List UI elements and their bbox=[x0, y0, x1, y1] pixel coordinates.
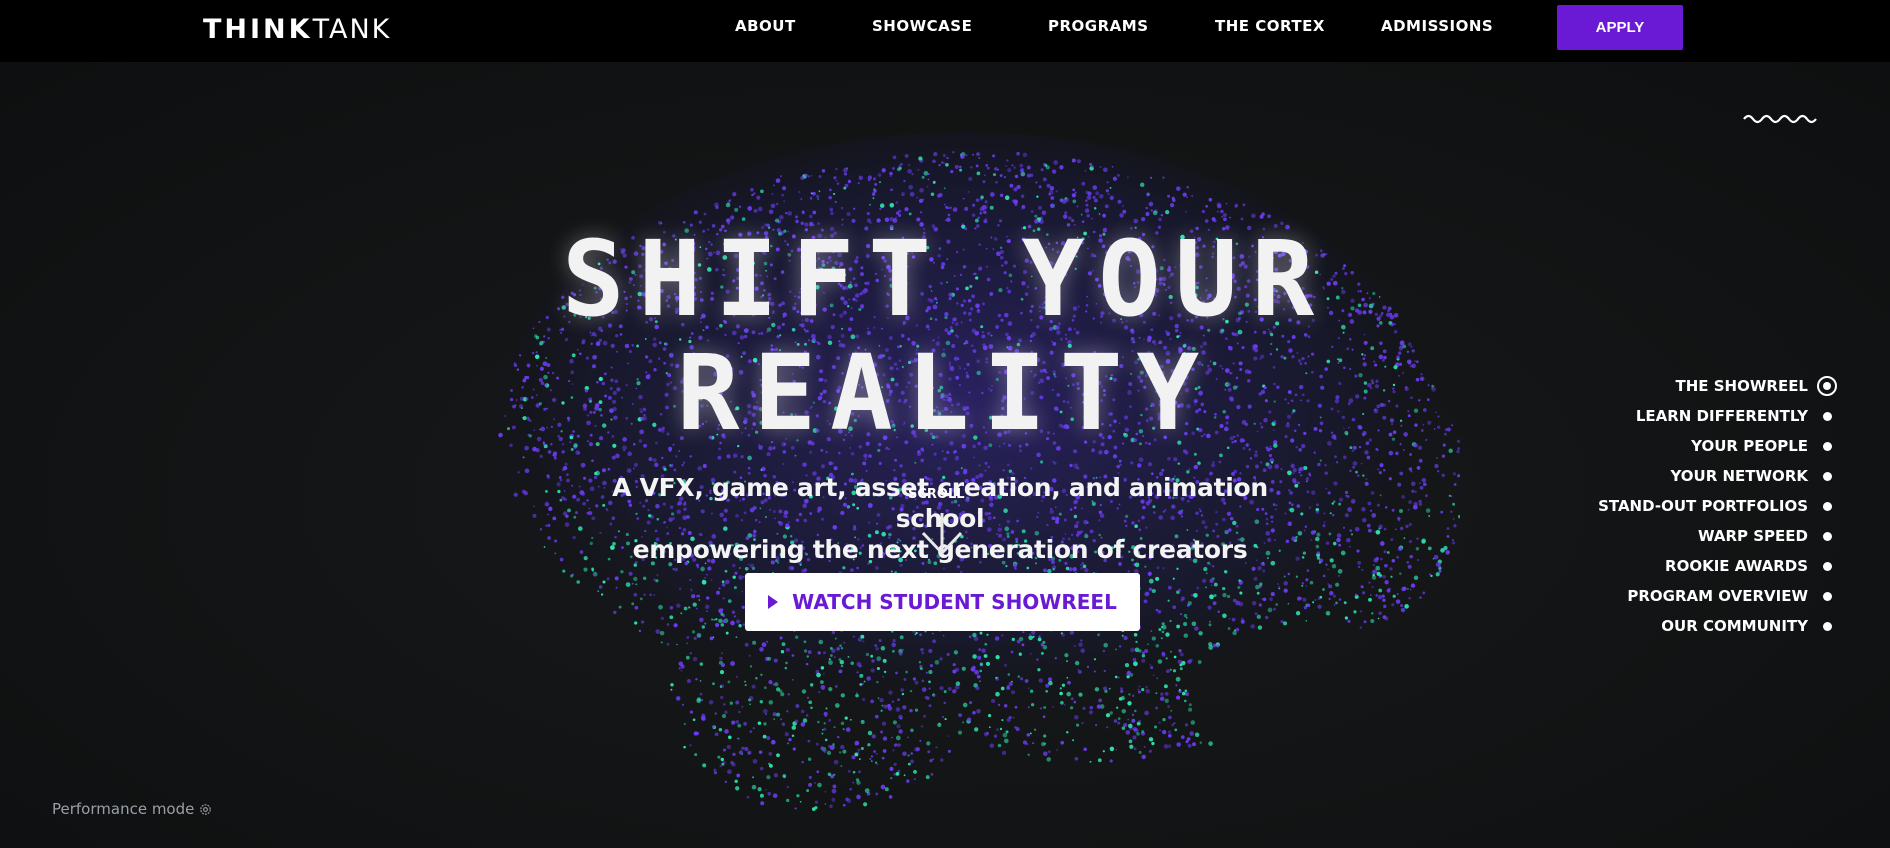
section-dot-icon bbox=[1822, 411, 1832, 421]
thinktank-logo[interactable]: THINK TANK bbox=[203, 14, 391, 45]
nav-the-cortex[interactable]: THE CORTEX bbox=[1215, 17, 1325, 37]
section-dot-icon bbox=[1822, 531, 1832, 541]
headline-line-1: SHIFT YOUR bbox=[561, 218, 1329, 340]
section-nav-item[interactable]: OUR COMMUNITY bbox=[1661, 611, 1840, 641]
logo-tank: TANK bbox=[312, 14, 392, 45]
watch-showreel-label: WATCH STUDENT SHOWREEL bbox=[792, 590, 1117, 614]
section-nav-dot-wrap bbox=[1814, 501, 1840, 511]
section-nav-label: ROOKIE AWARDS bbox=[1665, 557, 1808, 575]
section-nav-item[interactable]: THE SHOWREEL bbox=[1675, 371, 1840, 401]
section-dot-icon bbox=[1822, 621, 1832, 631]
section-nav-label: THE SHOWREEL bbox=[1675, 377, 1808, 395]
section-nav-item[interactable]: ROOKIE AWARDS bbox=[1665, 551, 1840, 581]
section-dot-icon bbox=[1822, 561, 1832, 571]
active-section-dot-icon bbox=[1817, 376, 1837, 396]
section-nav-item[interactable]: STAND-OUT PORTFOLIOS bbox=[1598, 491, 1840, 521]
performance-mode-label: Performance mode bbox=[52, 800, 195, 818]
watch-showreel-button[interactable]: WATCH STUDENT SHOWREEL bbox=[745, 573, 1140, 631]
apply-button[interactable]: APPLY bbox=[1557, 5, 1683, 50]
section-nav-item[interactable]: YOUR PEOPLE bbox=[1691, 431, 1840, 461]
section-nav-item[interactable]: LEARN DIFFERENTLY bbox=[1636, 401, 1840, 431]
section-nav-label: STAND-OUT PORTFOLIOS bbox=[1598, 497, 1808, 515]
nav-about[interactable]: ABOUT bbox=[735, 17, 796, 37]
logo-think: THINK bbox=[203, 14, 313, 45]
section-nav-dot-wrap bbox=[1814, 376, 1840, 396]
section-nav-label: OUR COMMUNITY bbox=[1661, 617, 1808, 635]
section-nav-item[interactable]: WARP SPEED bbox=[1698, 521, 1840, 551]
section-dot-icon bbox=[1822, 471, 1832, 481]
section-dot-icon bbox=[1822, 501, 1832, 511]
gear-icon bbox=[200, 803, 212, 815]
performance-mode-toggle[interactable]: Performance mode bbox=[52, 800, 213, 818]
section-nav-dot-wrap bbox=[1814, 411, 1840, 421]
scroll-down-arrow-icon[interactable] bbox=[919, 511, 965, 557]
section-dot-icon bbox=[1822, 441, 1832, 451]
section-dot-icon bbox=[1822, 591, 1832, 601]
top-navigation-bar: THINK TANK ABOUT SHOWCASE PROGRAMS THE CO… bbox=[0, 0, 1890, 62]
nav-showcase[interactable]: SHOWCASE bbox=[872, 17, 972, 37]
section-nav-dot-wrap bbox=[1814, 621, 1840, 631]
nav-programs[interactable]: PROGRAMS bbox=[1048, 17, 1149, 37]
section-nav-item[interactable]: YOUR NETWORK bbox=[1670, 461, 1840, 491]
section-nav-dot-wrap bbox=[1814, 471, 1840, 481]
section-nav-label: LEARN DIFFERENTLY bbox=[1635, 407, 1808, 425]
section-nav-label: YOUR PEOPLE bbox=[1691, 437, 1808, 455]
hero-headline: SHIFT YOUR REALITY bbox=[440, 222, 1450, 450]
nav-admissions[interactable]: ADMISSIONS bbox=[1381, 17, 1493, 37]
section-nav-dot-wrap bbox=[1814, 531, 1840, 541]
section-nav-label: YOUR NETWORK bbox=[1670, 467, 1808, 485]
play-icon bbox=[768, 595, 779, 609]
section-navigation: THE SHOWREEL LEARN DIFFERENTLY YOUR PEOPLE… bbox=[1598, 371, 1840, 641]
section-nav-label: WARP SPEED bbox=[1698, 527, 1808, 545]
section-nav-item[interactable]: PROGRAM OVERVIEW bbox=[1627, 581, 1840, 611]
scroll-label: SCROLL bbox=[908, 487, 965, 502]
section-nav-dot-wrap bbox=[1814, 441, 1840, 451]
section-nav-dot-wrap bbox=[1814, 591, 1840, 601]
section-nav-label: PROGRAM OVERVIEW bbox=[1627, 587, 1808, 605]
headline-line-2: REALITY bbox=[676, 332, 1214, 454]
menu-wave-icon[interactable] bbox=[1743, 112, 1819, 126]
section-nav-dot-wrap bbox=[1814, 561, 1840, 571]
